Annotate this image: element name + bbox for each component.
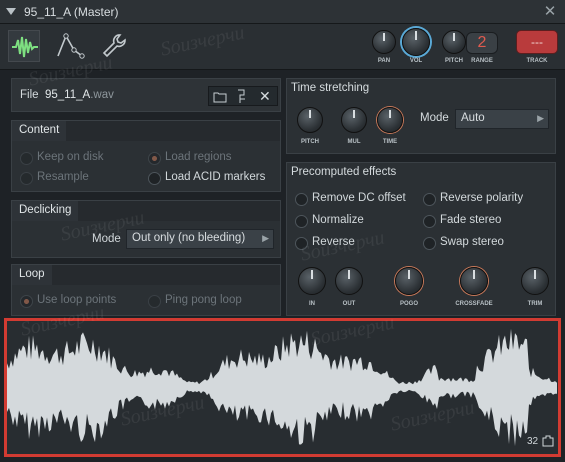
ts-mode-value: Auto [461, 112, 485, 124]
crossfade-label: CROSSFADE [455, 301, 493, 307]
normalize-label: Normalize [312, 214, 364, 226]
crossfade-knob[interactable] [460, 267, 488, 295]
declicking-title: Declicking [12, 201, 79, 221]
normalize-radio[interactable] [295, 215, 308, 228]
remove-file-icon[interactable]: ✕ [259, 88, 271, 105]
snap-icon[interactable] [542, 435, 554, 450]
fade-stereo-radio[interactable] [423, 215, 436, 228]
ts-time-knob[interactable] [377, 107, 403, 133]
pogo-label: POGO [399, 301, 418, 307]
title-bar: 95_11_A (Master) ✕ [0, 0, 565, 24]
range-value[interactable]: 2 [466, 32, 498, 54]
ping-pong-label: Ping pong loop [165, 294, 242, 306]
range-label: RANGE [471, 58, 493, 64]
window-menu-icon[interactable] [6, 6, 16, 16]
reverse-polarity-radio[interactable] [423, 193, 436, 206]
load-acid-label: Load ACID markers [165, 171, 266, 183]
swap-stereo-label: Swap stereo [440, 236, 504, 248]
ts-mode-label: Mode [420, 112, 449, 124]
ts-pitch-label: PITCH [301, 139, 319, 145]
chevron-right-icon: ▶ [262, 233, 269, 243]
ts-mul-knob[interactable] [341, 107, 367, 133]
load-acid-radio[interactable] [148, 172, 161, 185]
ts-pitch-knob[interactable] [297, 107, 323, 133]
swap-stereo-radio[interactable] [423, 237, 436, 250]
loop-section: Loop Use loop points Ping pong loop [11, 264, 281, 316]
load-regions-radio[interactable] [148, 152, 161, 165]
remove-dc-radio[interactable] [295, 193, 308, 206]
precomputed-title: Precomputed effects [291, 166, 397, 178]
window-title: 95_11_A (Master) [24, 5, 119, 19]
in-label: IN [309, 301, 315, 307]
file-label: File [20, 89, 39, 101]
keep-on-disk-radio[interactable] [20, 152, 33, 165]
ping-pong-radio[interactable] [148, 295, 161, 308]
reverse-polarity-label: Reverse polarity [440, 192, 524, 204]
ts-time-label: TIME [382, 139, 398, 145]
waveform-shape [7, 328, 557, 447]
declicking-mode-value: Out only (no bleeding) [132, 232, 246, 244]
in-knob[interactable] [298, 267, 326, 295]
waveform-display[interactable]: 32 [4, 318, 561, 457]
pan-knob[interactable] [372, 30, 396, 54]
pogo-knob[interactable] [395, 267, 423, 295]
open-folder-icon[interactable] [213, 90, 227, 106]
remove-dc-label: Remove DC offset [312, 192, 406, 204]
trim-knob[interactable] [521, 267, 549, 295]
close-button[interactable]: ✕ [538, 1, 562, 22]
locate-file-icon[interactable] [236, 89, 250, 107]
waveform-graphic [7, 328, 557, 447]
resample-label: Resample [37, 171, 89, 183]
trim-label: TRIM [527, 301, 543, 307]
content-section: Content Keep on disk Load regions Resamp… [11, 120, 281, 192]
resample-radio[interactable] [20, 172, 33, 185]
file-name: 95_11_A.wav [45, 89, 114, 101]
loop-title: Loop [12, 265, 52, 285]
pitch-knob[interactable] [442, 30, 466, 54]
time-stretching-section: Time stretching PITCH MUL TIME Mode Auto… [286, 78, 556, 154]
volume-knob[interactable] [402, 28, 430, 56]
out-label: OUT [342, 301, 356, 307]
volume-label: VOL [409, 58, 423, 64]
load-regions-label: Load regions [165, 151, 232, 163]
declicking-mode-dropdown[interactable]: Out only (no bleeding) ▶ [126, 229, 274, 249]
content-title: Content [12, 121, 67, 141]
waveform-tab-icon[interactable] [8, 30, 40, 62]
zoom-level: 32 [527, 436, 539, 447]
track-label: TRACK [526, 58, 548, 64]
fade-stereo-label: Fade stereo [440, 214, 502, 226]
ts-mode-dropdown[interactable]: Auto ▶ [455, 109, 549, 129]
track-button[interactable]: --- [516, 30, 558, 54]
use-loop-points-label: Use loop points [37, 294, 117, 306]
chevron-right-icon: ▶ [537, 113, 544, 123]
use-loop-points-radio[interactable] [20, 295, 33, 308]
file-buttons: ✕ [208, 86, 278, 106]
ts-mul-label: MUL [347, 139, 361, 145]
out-knob[interactable] [335, 267, 363, 295]
time-stretching-title: Time stretching [291, 82, 370, 94]
keep-on-disk-label: Keep on disk [37, 151, 104, 163]
